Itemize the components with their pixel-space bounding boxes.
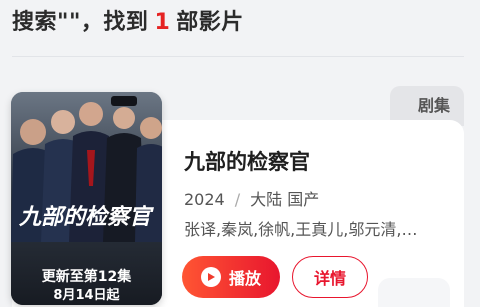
- poster-image[interactable]: 九部的检察官 更新至第12集 8月14日起: [11, 92, 162, 305]
- result-year: 2024: [184, 190, 225, 209]
- poster-date-text: 8月14日起: [53, 288, 120, 303]
- search-heading-suffix: 部影片: [176, 10, 244, 35]
- result-region: 大陆 国产: [250, 190, 320, 209]
- divider: [12, 56, 464, 57]
- meta-separator: /: [234, 190, 241, 209]
- search-result-heading: 搜索""，找到 1 部影片: [12, 6, 244, 40]
- play-icon: [200, 267, 221, 287]
- result-meta: 2024 / 大陆 国产: [184, 186, 319, 210]
- detail-button-label: 详情: [313, 269, 346, 288]
- result-count: 1: [154, 10, 171, 35]
- play-button-label: 播放: [228, 269, 261, 288]
- poster-title-art: 九部的检察官: [18, 204, 154, 230]
- result-cast: 张译,秦岚,徐帆,王真儿,邬元清,贾...: [184, 220, 430, 239]
- poster-update-text: 更新至第12集: [41, 269, 132, 285]
- next-card-edge: [378, 278, 450, 307]
- result-title[interactable]: 九部的检察官: [184, 146, 310, 176]
- play-button[interactable]: 播放: [182, 256, 280, 298]
- search-heading-prefix: 搜索""，找到: [12, 10, 149, 35]
- type-tag-label: 剧集: [417, 96, 450, 115]
- detail-button[interactable]: 详情: [292, 256, 368, 298]
